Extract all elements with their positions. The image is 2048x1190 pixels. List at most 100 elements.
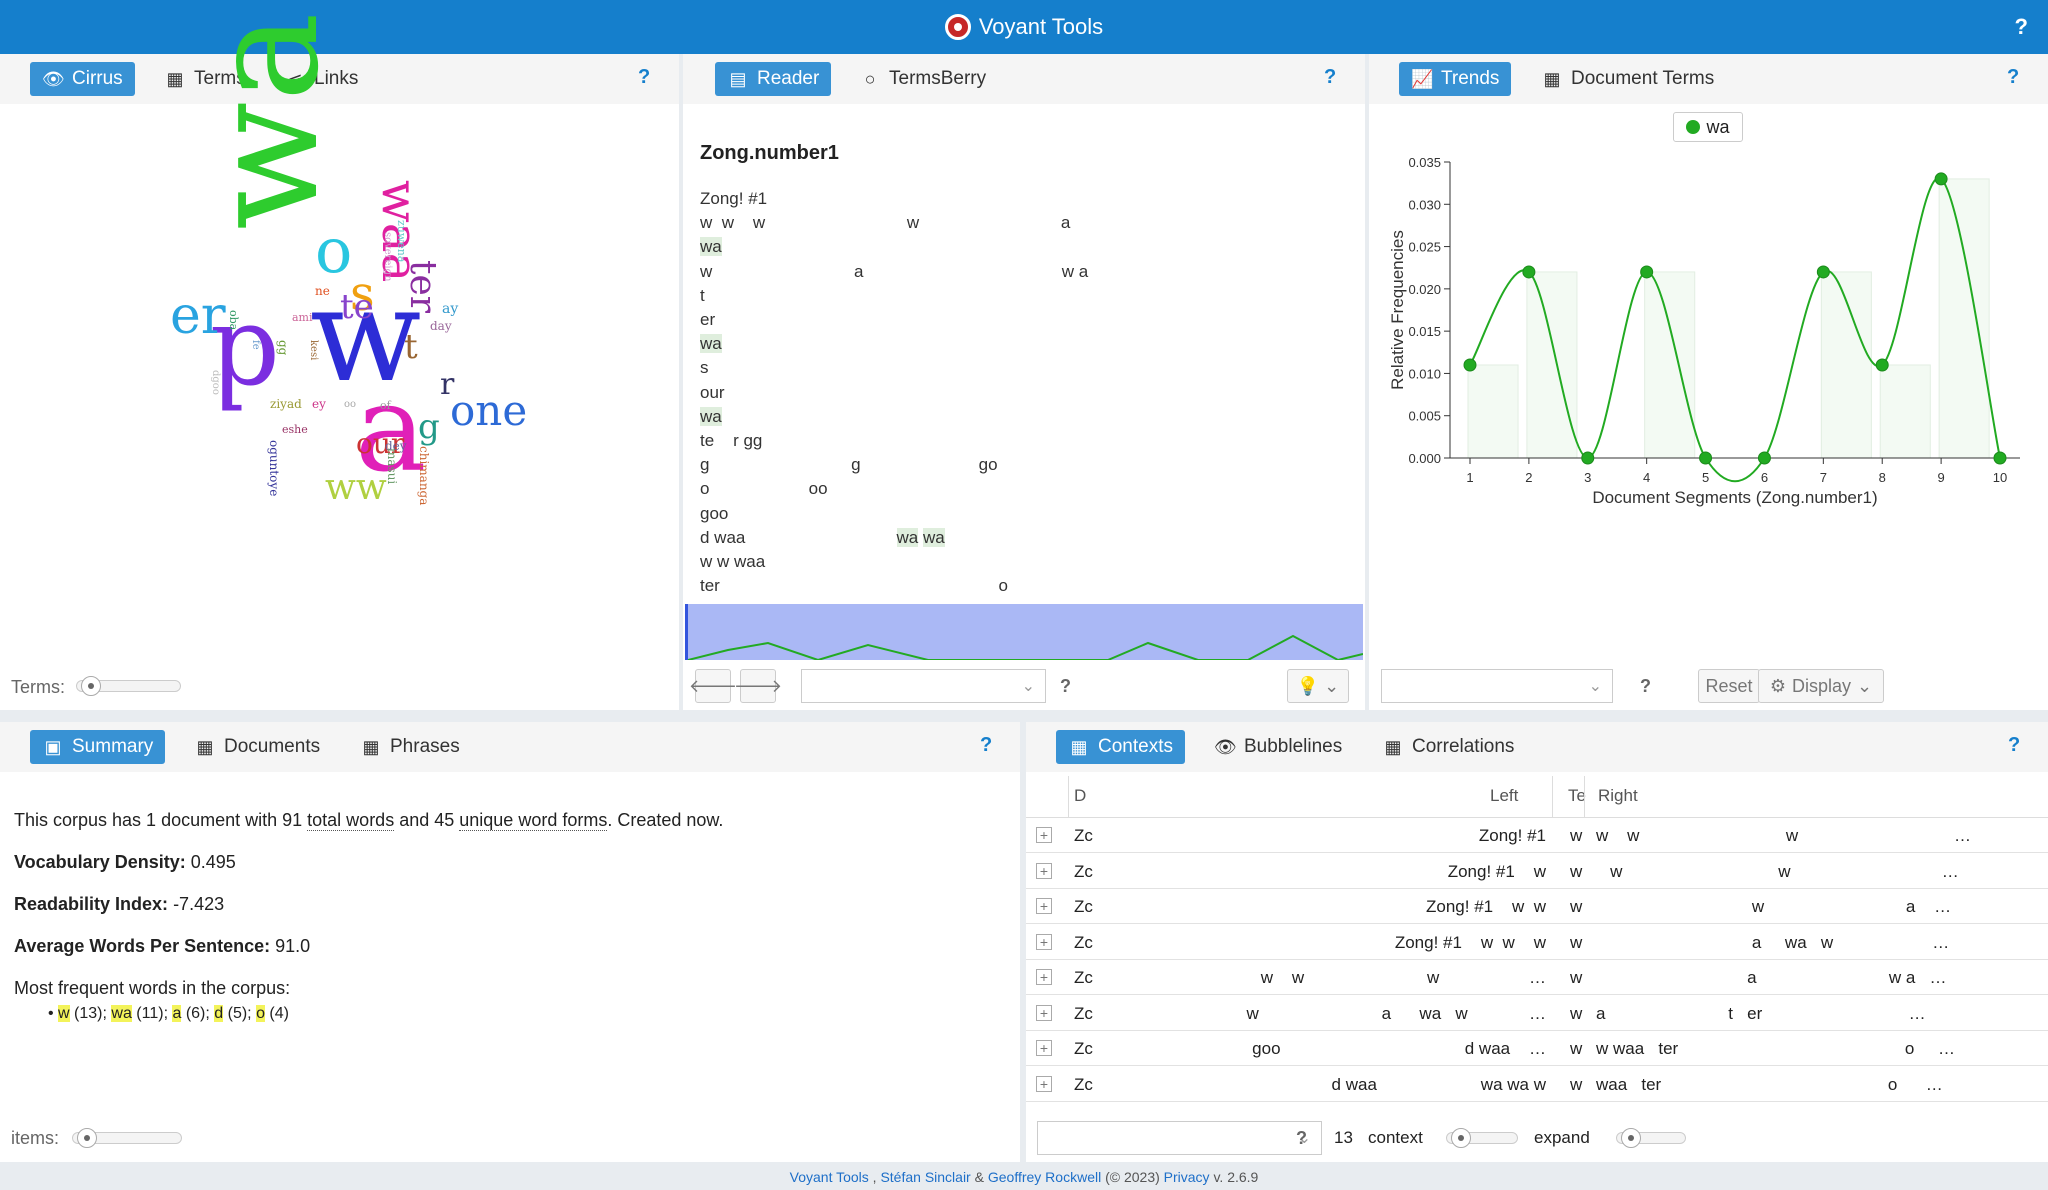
cloud-word[interactable]: wa [178, 12, 352, 230]
tab-document-terms[interactable]: ▦ Document Terms [1529, 62, 1726, 96]
footer-privacy-link[interactable]: Privacy [1164, 1169, 1210, 1185]
cloud-word[interactable]: oo [344, 400, 356, 410]
reader-options-button[interactable]: 💡 ⌄ [1287, 669, 1349, 703]
cloud-word[interactable]: chimanga [417, 446, 431, 505]
cloud-word[interactable]: sovereign [382, 232, 393, 281]
cloud-word[interactable]: te [340, 290, 374, 324]
frequent-word[interactable]: w [58, 1005, 70, 1022]
tab-documents[interactable]: ▦ Documents [182, 730, 332, 764]
cloud-word[interactable]: o [315, 220, 352, 282]
reader-prev-button[interactable]: 🡐 [689, 669, 737, 703]
cloud-word[interactable]: ami [292, 312, 313, 323]
col-doc[interactable]: D [1074, 786, 1086, 806]
table-row[interactable]: + Zc w a wa w … w a t er … [1026, 995, 2048, 1031]
reader-next-button[interactable]: 🡒 [734, 669, 782, 703]
table-row[interactable]: + Zc w w w … w a w a … [1026, 960, 2048, 995]
unique-words-link[interactable]: unique word forms [459, 810, 608, 831]
cloud-word[interactable]: one [450, 390, 527, 432]
trends-legend[interactable]: wa [1673, 112, 1743, 142]
col-left[interactable]: Left [1490, 786, 1518, 806]
expand-slider[interactable] [1616, 1128, 1686, 1148]
summary-help-icon[interactable]: ? [980, 734, 992, 757]
cloud-word[interactable]: ey [312, 398, 326, 410]
tab-correlations[interactable]: ▦ Correlations [1370, 730, 1526, 764]
table-row[interactable]: + Zc Zong! #1 w w w w … [1026, 818, 2048, 853]
highlighted-term[interactable]: wa [700, 334, 722, 354]
cloud-word[interactable]: dgoo [210, 370, 221, 395]
cloud-word[interactable]: oguntoye [267, 440, 281, 496]
cloud-word[interactable]: gg [276, 340, 290, 355]
highlighted-term[interactable]: wa [700, 237, 722, 257]
cloud-word[interactable]: ziyad [270, 398, 302, 410]
table-row[interactable]: + Zc d waa wa wa w w waa ter o … [1026, 1066, 2048, 1102]
terms-slider-knob[interactable] [81, 676, 101, 696]
reader-help-icon[interactable]: ? [1324, 66, 1336, 89]
table-row[interactable]: + Zc goo d waa … w w waa ter o … [1026, 1031, 2048, 1066]
cloud-word[interactable]: kesi [308, 340, 319, 360]
cloud-word[interactable]: eshe [282, 424, 308, 435]
tab-cirrus[interactable]: 👁 Cirrus [30, 62, 135, 96]
cloud-word[interactable]: er [170, 290, 226, 342]
table-row[interactable]: + Zc Zong! #1 w w w w a wa w … [1026, 924, 2048, 960]
expand-slider-knob[interactable] [1621, 1128, 1641, 1148]
table-row[interactable]: + Zc Zong! #1 w w w w … [1026, 853, 2048, 889]
cloud-word[interactable]: g [418, 410, 440, 444]
reader-search-help-icon[interactable]: ? [1060, 676, 1071, 697]
tab-summary[interactable]: ▣ Summary [30, 730, 166, 764]
row-expand-icon[interactable]: + [1036, 1075, 1052, 1092]
chevron-down-icon[interactable]: ⌄ [1589, 676, 1602, 696]
items-slider-knob[interactable] [77, 1128, 97, 1148]
context-slider[interactable] [1446, 1128, 1518, 1148]
highlighted-term[interactable]: wa [922, 527, 945, 547]
context-slider-knob[interactable] [1451, 1128, 1471, 1148]
cloud-word[interactable]: fe [250, 340, 261, 350]
row-expand-icon[interactable]: + [1036, 1004, 1052, 1021]
trends-term-search[interactable]: ⌄ [1381, 669, 1613, 703]
items-slider[interactable] [72, 1128, 182, 1148]
table-row[interactable]: + Zc Zong! #1 w w w w a … [1026, 889, 2048, 924]
tab-trends[interactable]: 📈 Trends [1399, 62, 1512, 96]
row-expand-icon[interactable]: + [1036, 969, 1052, 985]
tab-contexts[interactable]: ▦ Contexts [1056, 730, 1185, 764]
reset-button[interactable]: Reset [1698, 669, 1760, 703]
footer-rockwell-link[interactable]: Geoffrey Rockwell [988, 1169, 1101, 1185]
cloud-word[interactable]: of [380, 400, 391, 411]
row-expand-icon[interactable]: + [1036, 933, 1052, 950]
col-right[interactable]: Right [1598, 786, 1638, 806]
global-help-icon[interactable]: ? [2015, 14, 2028, 40]
reader-term-search[interactable]: ⌄ [801, 669, 1046, 703]
frequent-word[interactable]: o [256, 1005, 265, 1022]
row-expand-icon[interactable]: + [1036, 827, 1052, 843]
contexts-search-help-icon[interactable]: ? [1296, 1128, 1307, 1149]
total-words-link[interactable]: total words [307, 810, 395, 831]
cloud-word[interactable]: ww [325, 470, 387, 506]
highlighted-term[interactable]: wa [896, 527, 919, 547]
tab-phrases[interactable]: ▦ Phrases [348, 730, 472, 764]
trends-help-icon[interactable]: ? [2007, 66, 2019, 89]
chevron-down-icon[interactable]: ⌄ [1022, 676, 1035, 696]
cloud-word[interactable]: day [430, 320, 452, 332]
footer-sinclair-link[interactable]: Stéfan Sinclair [880, 1169, 970, 1185]
frequent-word[interactable]: d [214, 1005, 224, 1022]
tab-reader[interactable]: ▤ Reader [715, 62, 832, 96]
cloud-word[interactable]: ter [402, 260, 443, 313]
trends-search-help-icon[interactable]: ? [1640, 676, 1651, 697]
footer-voyant-link[interactable]: Voyant Tools [790, 1169, 869, 1185]
tab-termsberry[interactable]: ○ TermsBerry [847, 62, 998, 96]
row-expand-icon[interactable]: + [1036, 898, 1052, 914]
cloud-word[interactable]: ay [442, 302, 458, 316]
contexts-help-icon[interactable]: ? [2008, 734, 2020, 757]
row-expand-icon[interactable]: + [1036, 1040, 1052, 1056]
tab-bubblelines[interactable]: 👁 Bubblelines [1202, 730, 1354, 764]
highlighted-term[interactable]: wa [700, 406, 722, 426]
terms-slider[interactable] [76, 676, 181, 696]
contexts-term-search[interactable]: ⌄ [1037, 1121, 1322, 1155]
frequent-word[interactable]: wa [111, 1005, 132, 1022]
reader-minimap[interactable] [685, 604, 1364, 662]
cloud-word[interactable]: zuwena [395, 220, 408, 262]
cirrus-help-icon[interactable]: ? [638, 66, 650, 89]
cloud-word[interactable]: masui [385, 448, 399, 484]
cloud-word[interactable]: t [404, 330, 418, 364]
display-button[interactable]: ⚙ Display ⌄ [1758, 669, 1884, 703]
cloud-word[interactable]: oba [227, 310, 240, 330]
